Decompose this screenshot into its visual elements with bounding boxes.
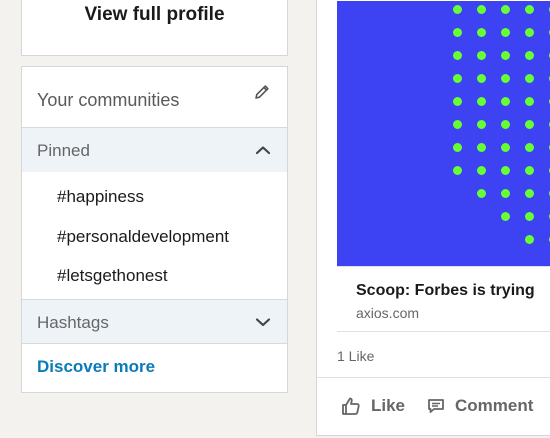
- pattern-dot: [501, 5, 510, 14]
- pattern-dot: [525, 212, 534, 221]
- pattern-dot: [453, 166, 462, 175]
- pattern-dot: [501, 120, 510, 129]
- pinned-section-toggle[interactable]: Pinned: [22, 127, 287, 172]
- chevron-up-icon: [255, 146, 271, 155]
- pinned-label: Pinned: [37, 141, 90, 160]
- communities-title: Your communities: [37, 90, 180, 110]
- pattern-dot: [525, 166, 534, 175]
- article-link-card[interactable]: Scoop: Forbes is trying axios.com: [337, 266, 550, 332]
- pattern-dot: [501, 212, 510, 221]
- pattern-dot: [501, 51, 510, 60]
- pattern-dot: [453, 74, 462, 83]
- communities-panel: Your communities Pinned #happiness #pers…: [21, 66, 288, 393]
- article-source: axios.com: [356, 305, 420, 321]
- pattern-dot: [453, 143, 462, 152]
- view-full-profile-button[interactable]: View full profile: [22, 4, 287, 26]
- pattern-dot: [501, 166, 510, 175]
- pattern-dot: [525, 143, 534, 152]
- like-label: Like: [371, 396, 406, 415]
- pattern-dot: [477, 143, 486, 152]
- pattern-dot: [525, 51, 534, 60]
- pattern-dot: [477, 74, 486, 83]
- pattern-dot: [453, 51, 462, 60]
- pattern-dot: [477, 5, 486, 14]
- hashtag-link-happiness[interactable]: #happiness: [57, 187, 144, 207]
- hashtags-section-toggle[interactable]: Hashtags: [22, 299, 287, 344]
- hashtag-link-letsgethonest[interactable]: #letsgethonest: [57, 266, 168, 286]
- comment-button[interactable]: Comment: [427, 394, 533, 418]
- article-image[interactable]: [337, 1, 550, 266]
- pattern-dot: [525, 235, 534, 244]
- pattern-dot: [525, 189, 534, 198]
- feed-post: Scoop: Forbes is trying axios.com 1 Like…: [316, 0, 550, 436]
- comment-label: Comment: [455, 396, 534, 415]
- pattern-dot: [477, 120, 486, 129]
- chevron-down-icon: [255, 318, 271, 327]
- pattern-dot: [453, 120, 462, 129]
- pattern-dot: [453, 97, 462, 106]
- communities-header: Your communities: [22, 67, 287, 127]
- pattern-dot: [525, 120, 534, 129]
- pattern-dot: [501, 97, 510, 106]
- pattern-dot: [453, 5, 462, 14]
- pattern-dot: [477, 97, 486, 106]
- pattern-dot: [525, 74, 534, 83]
- pattern-dot: [501, 28, 510, 37]
- pencil-icon[interactable]: [253, 83, 271, 101]
- post-actions: Like Comment: [317, 377, 550, 438]
- pattern-dot: [525, 97, 534, 106]
- likes-count[interactable]: 1 Like: [337, 348, 374, 364]
- pattern-dot: [477, 166, 486, 175]
- thumbs-up-icon: [342, 397, 360, 415]
- like-button[interactable]: Like: [341, 394, 405, 418]
- article-title: Scoop: Forbes is trying: [356, 282, 535, 299]
- pattern-dot: [501, 143, 510, 152]
- hashtag-link-personaldevelopment[interactable]: #personaldevelopment: [57, 227, 229, 247]
- discover-more-link[interactable]: Discover more: [37, 357, 155, 377]
- pattern-dot: [477, 51, 486, 60]
- hashtags-label: Hashtags: [37, 313, 109, 332]
- pattern-dot: [501, 74, 510, 83]
- profile-card: View full profile: [21, 0, 288, 56]
- pattern-dot: [501, 189, 510, 198]
- discover-more-row: Discover more: [22, 343, 287, 394]
- pattern-dot: [453, 28, 462, 37]
- pattern-dot: [477, 189, 486, 198]
- pattern-dot: [525, 28, 534, 37]
- pattern-dot: [477, 28, 486, 37]
- pattern-dot: [525, 5, 534, 14]
- comment-icon: [428, 399, 444, 413]
